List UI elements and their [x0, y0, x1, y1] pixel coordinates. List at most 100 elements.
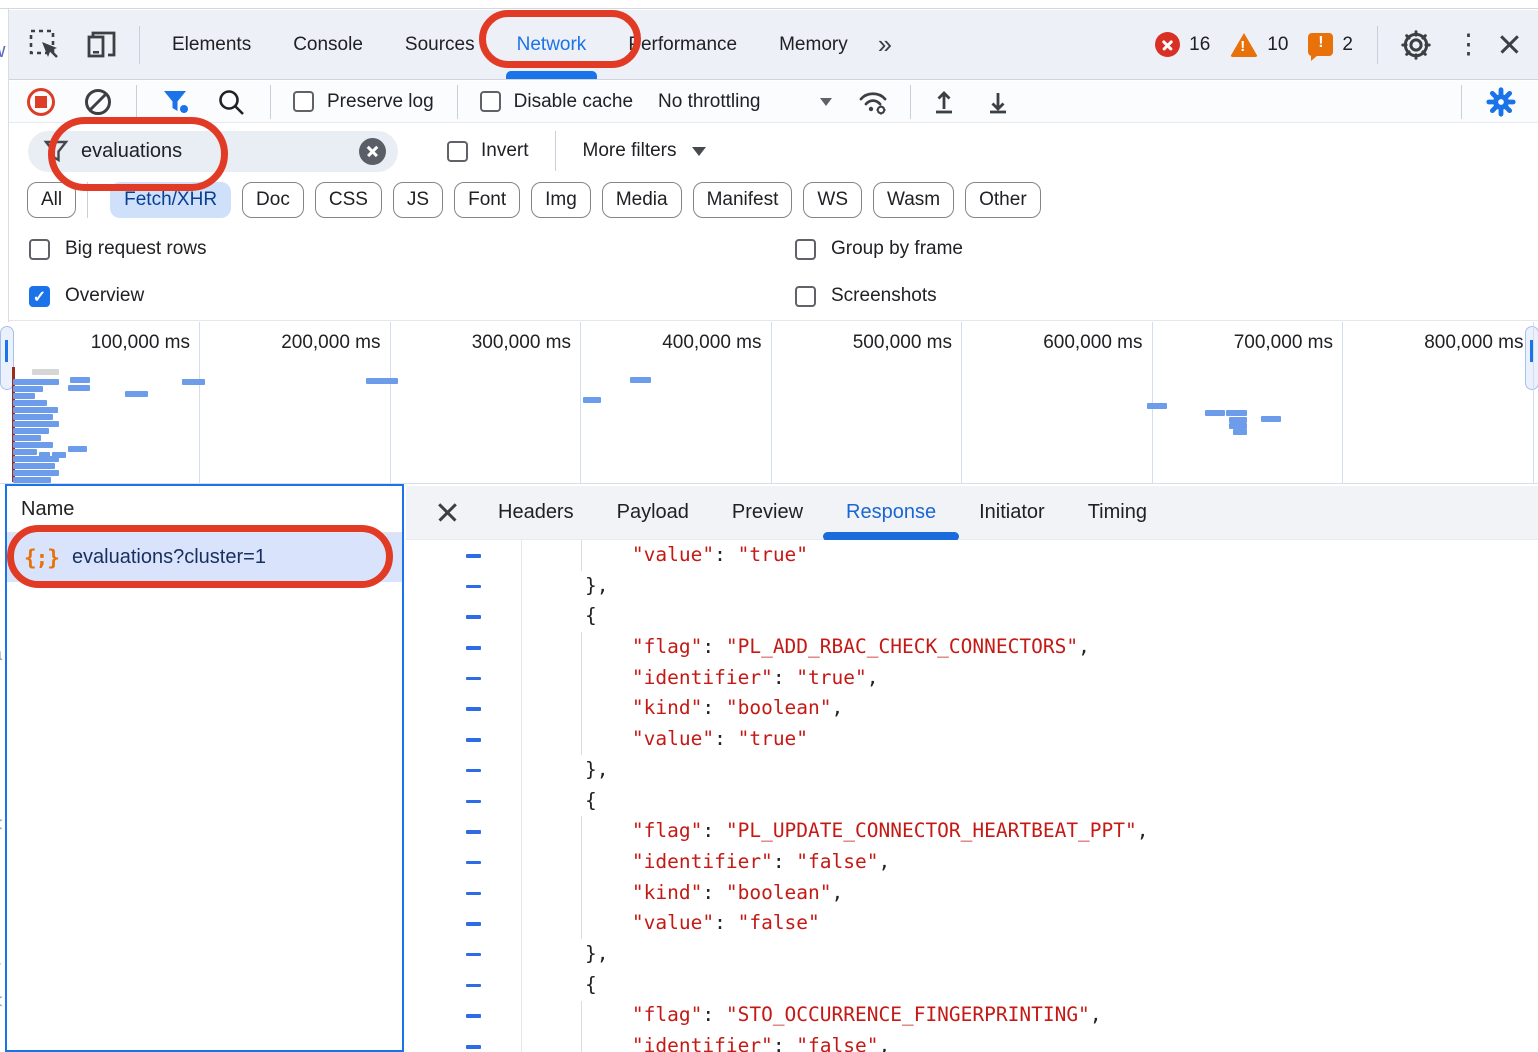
chip-all[interactable]: All — [27, 182, 76, 218]
code-text: "kind": "boolean", — [522, 878, 843, 909]
chip-doc[interactable]: Doc — [242, 182, 304, 218]
toolbar-divider — [270, 85, 271, 119]
filter-input-value[interactable]: evaluations — [81, 140, 359, 163]
filter-bar: evaluations Invert More filters — [9, 124, 1538, 178]
request-type-chips: All Fetch/XHR Doc CSS JS Font Img Media Manifest… — [9, 178, 1538, 222]
disable-cache-checkbox[interactable] — [480, 91, 501, 112]
export-har-icon[interactable] — [983, 87, 1013, 117]
big-request-rows-checkbox[interactable] — [29, 239, 50, 260]
issues-badge-icon[interactable] — [1308, 33, 1333, 56]
timeline-request-bar — [13, 393, 35, 399]
selected-tab-underline — [506, 71, 598, 79]
timeline-request-bar — [13, 449, 37, 455]
chip-fetch-xhr[interactable]: Fetch/XHR — [110, 182, 231, 218]
clear-filter-icon[interactable] — [359, 138, 386, 165]
response-code-line: }, — [406, 571, 1538, 602]
response-code-line: "kind": "boolean", — [406, 693, 1538, 724]
timeline-tick-label: 700,000 ms — [1234, 332, 1333, 354]
more-filters-button[interactable]: More filters — [583, 140, 677, 162]
page-top-strip — [0, 0, 1538, 9]
warning-badge-icon[interactable] — [1230, 33, 1258, 57]
clear-network-log-icon[interactable] — [83, 87, 113, 117]
error-badge-icon[interactable] — [1155, 32, 1180, 57]
timeline-request-bar — [366, 378, 398, 384]
tab-performance[interactable]: Performance — [628, 10, 737, 79]
warning-count: 10 — [1267, 34, 1288, 56]
chip-wasm[interactable]: Wasm — [873, 182, 954, 218]
filter-input[interactable]: evaluations — [28, 131, 398, 172]
timeline-request-bar — [13, 386, 43, 392]
detail-tab-payload[interactable]: Payload — [617, 486, 689, 539]
invert-checkbox[interactable] — [447, 141, 468, 162]
chip-img[interactable]: Img — [531, 182, 591, 218]
timeline-request-bar — [32, 369, 59, 375]
code-text: "value": "false" — [522, 908, 820, 939]
record-network-log-icon[interactable] — [27, 88, 55, 116]
inspect-element-icon[interactable] — [28, 28, 62, 62]
toolbar-divider — [555, 131, 556, 171]
timeline-gridline — [199, 322, 200, 484]
timeline-gridline — [961, 322, 962, 484]
detail-tab-initiator[interactable]: Initiator — [979, 486, 1045, 539]
timeline-request-bar — [630, 377, 651, 383]
group-by-frame-label: Group by frame — [831, 238, 963, 260]
toolbar-divider — [139, 26, 140, 64]
tab-sources[interactable]: Sources — [405, 10, 475, 79]
timeline-request-bar — [1261, 416, 1281, 422]
close-devtools-icon[interactable] — [1496, 31, 1524, 59]
response-content[interactable]: "value": "true" }, { "flag": "PL_ADD_RBA… — [406, 540, 1538, 1052]
response-code-line: }, — [406, 755, 1538, 786]
chip-css[interactable]: CSS — [315, 182, 382, 218]
timeline-request-bar — [13, 477, 51, 483]
tab-console[interactable]: Console — [293, 10, 363, 79]
wrapped-line-marker — [466, 707, 481, 711]
throttling-caret-icon[interactable] — [820, 98, 832, 106]
overview-checkbox[interactable] — [29, 286, 50, 307]
filter-funnel-icon[interactable] — [160, 87, 192, 117]
timeline-request-bar — [13, 414, 53, 420]
tab-memory[interactable]: Memory — [779, 10, 848, 79]
wrapped-line-marker — [466, 738, 481, 742]
chip-ws[interactable]: WS — [803, 182, 862, 218]
chip-js[interactable]: JS — [393, 182, 443, 218]
chip-manifest[interactable]: Manifest — [693, 182, 793, 218]
timeline-tick-label: 400,000 ms — [662, 332, 761, 354]
preserve-log-checkbox[interactable] — [293, 91, 314, 112]
response-code-line: "flag": "STO_OCCURRENCE_FINGERPRINTING", — [406, 1000, 1538, 1031]
timeline-gridline — [771, 322, 772, 484]
group-by-frame-checkbox[interactable] — [795, 239, 816, 260]
tab-network[interactable]: Network — [517, 10, 587, 79]
invert-label: Invert — [481, 140, 529, 162]
kebab-menu-icon[interactable]: ⋮ — [1455, 29, 1482, 60]
timeline-request-bar — [1233, 429, 1247, 435]
throttling-select[interactable]: No throttling — [658, 91, 760, 113]
search-icon[interactable] — [216, 87, 246, 117]
timeline-tick-label: 800,000 ms — [1424, 332, 1523, 354]
detail-tab-headers[interactable]: Headers — [498, 486, 574, 539]
code-text: { — [522, 786, 597, 817]
wrapped-line-marker — [466, 1014, 481, 1018]
network-settings-gear-icon[interactable] — [1484, 85, 1518, 119]
request-row-evaluations[interactable]: {;} evaluations?cluster=1 — [7, 533, 402, 582]
network-conditions-icon[interactable] — [854, 86, 892, 118]
close-details-icon[interactable] — [434, 499, 462, 527]
more-tabs-icon[interactable]: ›› — [878, 29, 889, 60]
detail-tab-preview[interactable]: Preview — [732, 486, 803, 539]
name-column-header[interactable]: Name — [7, 486, 402, 533]
detail-tab-timing[interactable]: Timing — [1088, 486, 1147, 539]
screenshots-checkbox[interactable] — [795, 286, 816, 307]
code-text: "identifier": "true", — [522, 663, 879, 694]
detail-tab-response[interactable]: Response — [846, 486, 936, 539]
chip-media[interactable]: Media — [602, 182, 682, 218]
import-har-icon[interactable] — [929, 87, 959, 117]
timeline-request-bar — [125, 391, 148, 397]
chip-other[interactable]: Other — [965, 182, 1041, 218]
more-filters-caret-icon[interactable] — [692, 147, 706, 156]
chip-font[interactable]: Font — [454, 182, 520, 218]
overview-right-handle[interactable] — [1525, 326, 1538, 390]
device-toolbar-icon[interactable] — [84, 29, 120, 61]
settings-gear-icon[interactable] — [1398, 27, 1434, 63]
timeline-request-bar — [13, 470, 59, 476]
network-overview-timeline[interactable]: 100,000 ms200,000 ms300,000 ms400,000 ms… — [0, 322, 1538, 484]
tab-elements[interactable]: Elements — [172, 10, 251, 79]
